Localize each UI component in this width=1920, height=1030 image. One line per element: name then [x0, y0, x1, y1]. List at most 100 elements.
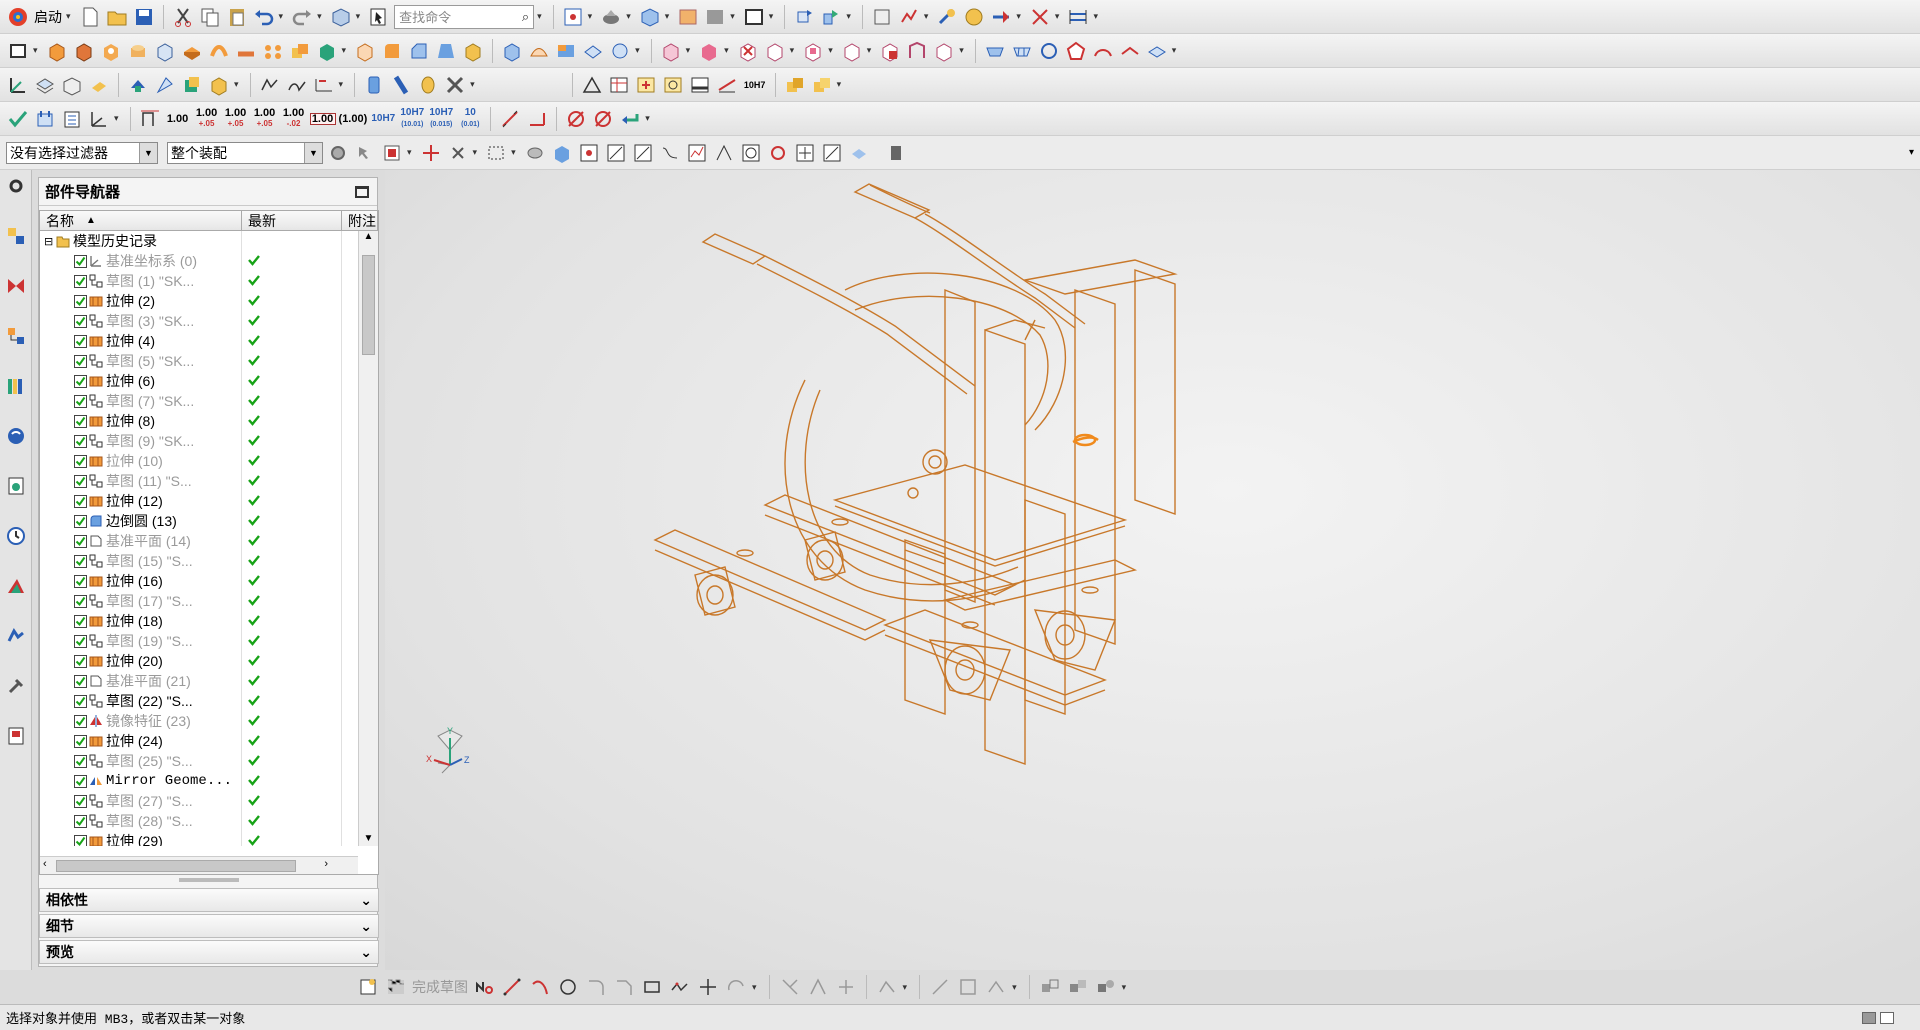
visibility-checkbox[interactable] [74, 274, 87, 288]
snap-point-icon[interactable] [419, 141, 443, 165]
report-icon[interactable] [60, 107, 84, 131]
region-icon[interactable] [688, 73, 712, 97]
visibility-checkbox[interactable] [74, 494, 87, 508]
column-notes[interactable]: 附注 [342, 211, 378, 230]
fillet-icon[interactable] [584, 975, 608, 999]
tree-row[interactable]: 拉伸 (12) [40, 491, 358, 511]
constraint-navigator-icon[interactable] [4, 274, 28, 298]
visibility-checkbox[interactable] [74, 834, 87, 846]
command-finder-icon[interactable] [367, 5, 391, 29]
visibility-checkbox[interactable] [74, 814, 87, 828]
tree-row[interactable]: 草图 (28) "S... [40, 811, 358, 831]
visibility-checkbox[interactable] [74, 634, 87, 648]
convert-reference-icon[interactable] [1094, 975, 1118, 999]
alternate-solution-icon[interactable] [1038, 975, 1062, 999]
sync-linked-face-icon[interactable] [878, 39, 902, 63]
point-tool-icon[interactable] [87, 73, 111, 97]
visibility-checkbox[interactable] [74, 514, 87, 528]
tree-root-row[interactable]: ⊟ 模型历史记录 [40, 231, 358, 251]
tree-row[interactable]: 拉伸 (20) [40, 651, 358, 671]
snap-control-point-icon[interactable] [685, 141, 709, 165]
promote-body-icon[interactable] [180, 73, 204, 97]
balloon-icon[interactable] [661, 73, 685, 97]
pan-selection-icon[interactable] [446, 141, 470, 165]
tolerance-nominal[interactable]: 1.00 [165, 113, 191, 124]
visibility-checkbox[interactable] [74, 374, 87, 388]
visibility-checkbox[interactable] [74, 734, 87, 748]
new-file-icon[interactable] [78, 5, 102, 29]
tolerance-limit-range[interactable]: 1.00 -.02 [281, 108, 307, 129]
tree-row[interactable]: 拉伸 (10) [40, 451, 358, 471]
visibility-checkbox[interactable] [74, 414, 87, 428]
tree-row[interactable]: 草图 (9) "SK... [40, 431, 358, 451]
tree-row[interactable]: 草图 (3) "SK... [40, 311, 358, 331]
profile-icon[interactable] [472, 975, 496, 999]
tolerance-basic[interactable]: 1.00 [309, 112, 336, 125]
dimension-style-icon[interactable] [715, 73, 739, 97]
expression-icon[interactable] [362, 73, 386, 97]
scroll-down-icon[interactable]: ▼ [359, 833, 378, 844]
visibility-checkbox[interactable] [74, 714, 87, 728]
arc-icon[interactable] [528, 975, 552, 999]
system-materials-icon[interactable] [4, 574, 28, 598]
dimension-icon[interactable] [1066, 5, 1090, 29]
surface-tool-icon[interactable] [527, 39, 551, 63]
clone-icon[interactable] [870, 5, 894, 29]
assembly-scope-select[interactable]: 整个装配 ▼ [167, 141, 323, 164]
process-studio-icon[interactable] [4, 624, 28, 648]
sync-pull-face-icon[interactable] [697, 39, 721, 63]
fit-class-plain[interactable]: 10H7 [370, 113, 396, 124]
datum-plane-tool-icon[interactable] [33, 73, 57, 97]
linear-dimension-icon[interactable] [498, 107, 522, 131]
sync-resize-icon[interactable] [840, 39, 864, 63]
move-component-icon[interactable] [792, 5, 816, 29]
tolerance-limits[interactable]: 1.00 +.05 [252, 108, 278, 129]
tree-row[interactable]: 拉伸 (4) [40, 331, 358, 351]
manufacturing-wizard-icon[interactable] [4, 674, 28, 698]
redo-icon[interactable] [290, 5, 314, 29]
web-browser-icon[interactable] [4, 474, 28, 498]
tree-row[interactable]: 边倒圆 (13) [40, 511, 358, 531]
fit-class-limits[interactable]: 10H7 (10.01) [399, 107, 425, 130]
datum-axis-tool-icon[interactable] [60, 73, 84, 97]
constraints-icon[interactable] [875, 975, 899, 999]
fit-tolerance-label[interactable]: 10H7 [742, 80, 768, 90]
wave-link-icon[interactable] [897, 5, 921, 29]
hole-tool-icon[interactable] [99, 39, 123, 63]
revolve-tool-icon[interactable] [72, 39, 96, 63]
surface-mesh-icon[interactable] [1010, 39, 1034, 63]
tree-row[interactable]: 拉伸 (8) [40, 411, 358, 431]
visibility-checkbox[interactable] [74, 614, 87, 628]
sweep-tool-icon[interactable] [234, 39, 258, 63]
select-feature-icon[interactable] [523, 141, 547, 165]
collapse-icon[interactable]: ⊟ [44, 235, 56, 248]
spreadsheet-icon[interactable] [389, 73, 413, 97]
analysis-icon[interactable] [962, 5, 986, 29]
visibility-checkbox[interactable] [74, 654, 87, 668]
validation-icon[interactable] [33, 107, 57, 131]
tree-row[interactable]: 草图 (25) "S... [40, 751, 358, 771]
coin-icon[interactable] [416, 73, 440, 97]
circle-icon[interactable] [556, 975, 580, 999]
tree-row[interactable]: 草图 (22) "S... [40, 691, 358, 711]
selection-filter-select[interactable]: 没有选择过滤器 ▼ [6, 141, 158, 164]
animate-dimension-icon[interactable] [1066, 975, 1090, 999]
open-folder-icon[interactable] [105, 5, 129, 29]
curve-fit-icon[interactable] [312, 73, 336, 97]
rectangle-select-icon[interactable] [484, 141, 508, 165]
tree-row[interactable]: 基准坐标系 (0) [40, 251, 358, 271]
render-style-icon[interactable] [599, 5, 623, 29]
scroll-right-icon[interactable]: › [324, 858, 328, 870]
general-selection-icon[interactable] [353, 141, 377, 165]
rectangle-icon[interactable] [640, 975, 664, 999]
tree-vertical-scrollbar[interactable]: ▲ ▼ [358, 231, 378, 846]
law-extension-icon[interactable] [1118, 39, 1142, 63]
orient-view-icon[interactable] [638, 5, 662, 29]
scroll-thumb[interactable] [362, 255, 375, 355]
visibility-checkbox[interactable] [74, 474, 87, 488]
studio-surface-icon[interactable] [1037, 39, 1061, 63]
visibility-checkbox[interactable] [74, 794, 87, 808]
window-tile-icon[interactable] [1862, 1011, 1876, 1024]
bridge-surface-icon[interactable] [1091, 39, 1115, 63]
sync-group-face-icon[interactable] [932, 39, 956, 63]
